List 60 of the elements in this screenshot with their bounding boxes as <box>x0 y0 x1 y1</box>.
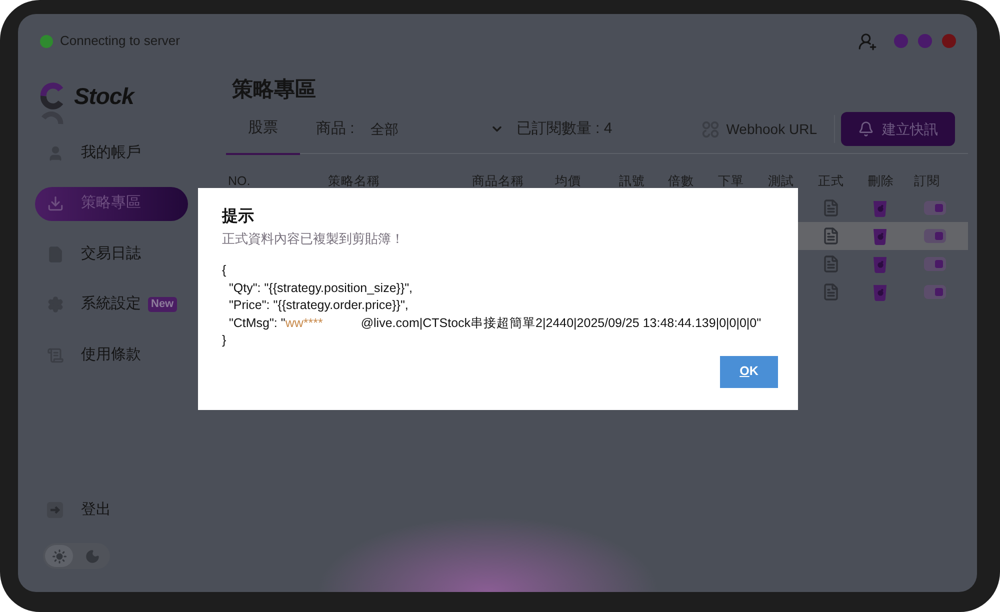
code-line: { <box>222 262 226 279</box>
trash-icon[interactable] <box>873 256 887 272</box>
document-icon[interactable] <box>822 227 840 245</box>
trash-icon[interactable] <box>873 284 887 300</box>
document-icon[interactable] <box>822 255 840 273</box>
document-icon[interactable] <box>822 283 840 301</box>
sun-icon <box>52 548 66 564</box>
logo-icon <box>40 82 66 110</box>
dialog-message: 正式資料內容已複製到剪貼簿！ <box>222 230 404 248</box>
sidebar-item[interactable]: 使用條款 <box>35 338 188 372</box>
column-header: 均價 <box>555 172 581 190</box>
code-line: "Qty": "{{strategy.position_size}}", <box>228 280 413 297</box>
column-header: NO. <box>228 172 250 190</box>
column-header: 倍數 <box>668 172 694 190</box>
column-header: 商品名稱 <box>472 172 524 190</box>
column-header: 訊號 <box>619 172 645 190</box>
status-text: Connecting to server <box>60 32 180 50</box>
window-control-button[interactable] <box>918 34 932 48</box>
subscribe-toggle[interactable] <box>924 201 946 215</box>
sidebar-item[interactable]: 策略專區 <box>35 186 188 220</box>
product-filter-label: 商品 : <box>316 118 354 139</box>
download-tray-icon <box>47 195 64 212</box>
column-header: 策略名稱 <box>328 172 380 190</box>
code-line: "CtMsg": "ww**** @live.com|CTStock串接超簡單2|2440|2025/09/25 13:48:44.139|0|0|0|0" <box>228 314 762 332</box>
arrow-square-icon <box>47 502 63 518</box>
sidebar-item[interactable]: 我的帳戶 <box>35 136 188 170</box>
theme-button[interactable] <box>45 545 73 567</box>
subscribed-count: 已訂閱數量 : 4 <box>516 118 612 139</box>
document-icon[interactable] <box>822 199 840 217</box>
add-user-icon[interactable] <box>858 32 877 50</box>
trash-icon[interactable] <box>873 200 887 216</box>
moon-icon <box>84 548 100 564</box>
new-badge: New <box>148 297 177 312</box>
subscribe-toggle[interactable] <box>924 257 946 271</box>
product-select[interactable]: 全部 <box>370 112 504 146</box>
column-header: 正式 <box>818 172 844 190</box>
code-line: } <box>222 332 226 349</box>
page-title: 策略專區 <box>232 77 316 103</box>
ok-button[interactable]: OK <box>720 356 778 388</box>
column-header: 刪除 <box>868 172 894 190</box>
create-alert-button[interactable]: 建立快訊 <box>841 112 955 146</box>
subscribe-toggle[interactable] <box>924 229 946 243</box>
column-header: 下單 <box>718 172 744 190</box>
code-line: "Price": "{{strategy.order.price}}", <box>228 297 408 314</box>
logout-button[interactable]: 登出 <box>35 493 188 527</box>
column-header: 訂閱 <box>914 172 940 190</box>
tab[interactable]: 股票 <box>226 112 300 155</box>
table-row[interactable] <box>798 222 968 250</box>
column-header: 測試 <box>768 172 794 190</box>
logo-text: Stock <box>74 83 134 109</box>
sidebar-item[interactable]: 系統設定 New <box>35 288 188 322</box>
dialog-title: 提示 <box>222 206 254 227</box>
window-control-button[interactable] <box>942 34 956 48</box>
bell-icon <box>858 121 874 137</box>
webhook-url-button[interactable]: Webhook URL <box>702 112 817 146</box>
trash-icon[interactable] <box>873 228 887 244</box>
window-control-button[interactable] <box>894 34 908 48</box>
sidebar-item[interactable]: 交易日誌 <box>35 237 188 271</box>
subscribe-toggle[interactable] <box>924 285 946 299</box>
logo-reflection-icon <box>40 110 66 126</box>
